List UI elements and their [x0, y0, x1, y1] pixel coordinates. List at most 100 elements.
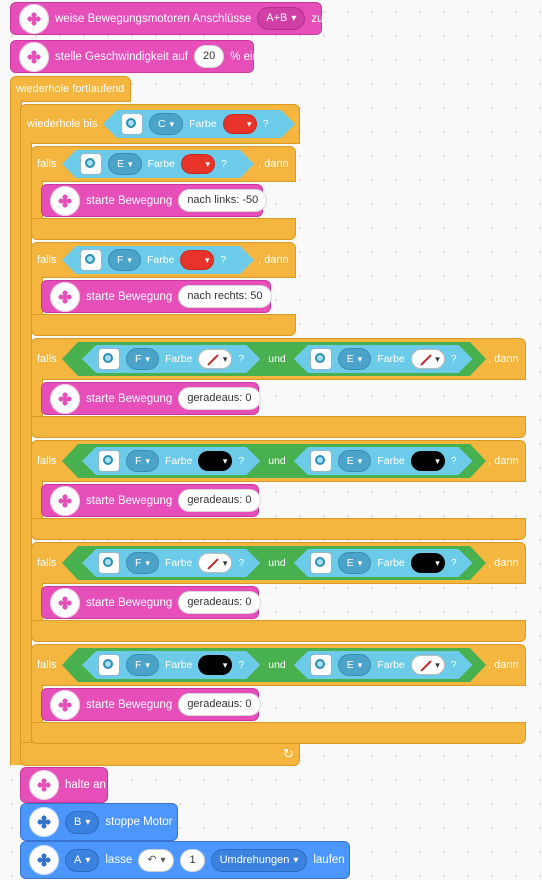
forever-loop-block[interactable]: wiederhole fortlaufend — [10, 76, 131, 102]
motor-ports-dropdown[interactable]: A+B — [257, 7, 306, 30]
color-sensor-condition[interactable]: F Farbe ? — [82, 447, 260, 475]
motor-port-dropdown[interactable]: B — [65, 810, 100, 834]
color-sensor-condition[interactable]: C Farbe ? — [103, 110, 295, 138]
sensor-port-dropdown[interactable]: E — [338, 654, 372, 676]
movement-icon — [19, 3, 49, 34]
color-picker-none[interactable] — [411, 655, 445, 675]
set-movement-motors-block[interactable]: weise Bewegungsmotoren Anschlüsse A+B zu — [10, 2, 324, 35]
color-sensor-condition[interactable]: F Farbe ? — [82, 549, 260, 577]
direction-input[interactable]: geradeaus: 0 — [178, 387, 261, 410]
sensor-port-dropdown[interactable]: F — [126, 654, 159, 676]
movement-icon — [50, 383, 80, 414]
sensor-word: Farbe — [146, 254, 175, 266]
if-bottom — [31, 518, 526, 540]
color-sensor-condition[interactable]: E Farbe ? — [294, 345, 473, 373]
sensor-word: Farbe — [189, 118, 217, 130]
and-label: und — [268, 353, 286, 365]
if-label: falls — [37, 455, 57, 467]
color-picker-black[interactable] — [411, 553, 445, 573]
color-sensor-icon — [310, 450, 332, 472]
unit-dropdown[interactable]: Umdrehungen — [210, 848, 308, 872]
if-label: falls — [37, 158, 57, 170]
and-operator[interactable]: F Farbe ? und E Farbe ? — [62, 342, 486, 376]
direction-input[interactable]: nach links: -50 — [178, 189, 268, 212]
color-sensor-icon — [310, 654, 332, 676]
if-label: falls — [37, 254, 57, 266]
sensor-port-dropdown[interactable]: E — [338, 450, 372, 472]
loop-arrow-icon: ↻ — [283, 746, 294, 761]
sensor-port-dropdown[interactable]: E — [338, 552, 372, 574]
start-move-text: starte Bewegung — [86, 290, 173, 303]
if-bottom — [31, 722, 526, 744]
color-picker-none[interactable] — [198, 349, 232, 369]
movement-icon — [50, 689, 80, 720]
start-move-block[interactable]: starte Bewegung geradeaus: 0 — [41, 382, 261, 415]
color-sensor-condition[interactable]: E Farbe ? — [294, 651, 473, 679]
rotation-count-input[interactable]: 1 — [180, 848, 205, 872]
if-bottom — [31, 416, 526, 438]
start-move-block[interactable]: starte Bewegung geradeaus: 0 — [41, 688, 261, 721]
sensor-port-dropdown[interactable]: F — [126, 552, 159, 574]
color-picker-none[interactable] — [198, 553, 232, 573]
sensor-word: Farbe — [164, 455, 193, 467]
color-picker-black[interactable] — [198, 655, 232, 675]
motor-port-dropdown[interactable]: A — [65, 848, 100, 872]
color-sensor-icon — [80, 249, 102, 271]
start-move-block[interactable]: starte Bewegung nach links: -50 — [41, 184, 268, 217]
if-label: falls — [37, 557, 57, 569]
movement-icon — [50, 485, 80, 516]
block-suffix: zu — [311, 12, 324, 25]
start-move-block[interactable]: starte Bewegung geradeaus: 0 — [41, 484, 261, 517]
sensor-word: Farbe — [377, 659, 405, 671]
color-sensor-icon — [310, 348, 332, 370]
color-sensor-condition[interactable]: E Farbe ? — [294, 447, 473, 475]
color-sensor-condition[interactable]: F Farbe ? — [82, 345, 260, 373]
start-move-text: starte Bewegung — [86, 392, 173, 405]
sensor-port-dropdown[interactable]: F — [126, 348, 159, 370]
color-sensor-condition[interactable]: F Farbe ? — [62, 246, 254, 274]
direction-input[interactable]: geradeaus: 0 — [178, 591, 261, 614]
sensor-port-dropdown[interactable]: F — [108, 249, 141, 271]
then-label: , dann — [258, 254, 289, 266]
color-picker-none[interactable] — [411, 349, 445, 369]
color-picker-red[interactable] — [223, 114, 257, 134]
and-operator[interactable]: F Farbe ? und E Farbe ? — [62, 648, 486, 682]
motor-icon — [29, 845, 59, 875]
color-sensor-condition[interactable]: E Farbe ? — [62, 150, 254, 178]
sensor-port-dropdown[interactable]: E — [338, 348, 372, 370]
sensor-port-dropdown[interactable]: C — [149, 113, 183, 135]
and-operator[interactable]: F Farbe ? und E Farbe ? — [62, 546, 486, 580]
movement-icon — [50, 185, 80, 216]
color-sensor-condition[interactable]: F Farbe ? — [82, 651, 260, 679]
direction-input[interactable]: nach rechts: 50 — [178, 285, 272, 308]
movement-icon — [19, 41, 49, 72]
start-move-block[interactable]: starte Bewegung nach rechts: 50 — [41, 280, 272, 313]
speed-input[interactable]: 20 — [193, 45, 225, 68]
stop-motor-block[interactable]: B stoppe Motor — [20, 803, 178, 841]
sensor-word: Farbe — [164, 353, 193, 365]
color-picker-black[interactable] — [411, 451, 445, 471]
sensor-port-dropdown[interactable]: F — [126, 450, 159, 472]
rotate-ccw-icon: ↶ — [147, 853, 157, 866]
color-sensor-icon — [310, 552, 332, 574]
color-sensor-icon — [98, 552, 120, 574]
color-sensor-condition[interactable]: E Farbe ? — [294, 549, 473, 577]
then-label: , dann — [488, 353, 519, 365]
color-sensor-icon — [98, 654, 120, 676]
start-move-text: starte Bewegung — [86, 494, 173, 507]
direction-dropdown[interactable]: ↶ — [138, 848, 175, 872]
set-speed-block[interactable]: stelle Geschwindigkeit auf 20 % ein — [10, 40, 259, 73]
and-operator[interactable]: F Farbe ? und E Farbe ? — [62, 444, 486, 478]
color-picker-black[interactable] — [198, 451, 232, 471]
question-mark: ? — [450, 557, 457, 569]
run-motor-block[interactable]: A lasse ↶ 1 Umdrehungen laufen — [20, 841, 350, 879]
direction-input[interactable]: geradeaus: 0 — [178, 489, 261, 512]
sensor-port-dropdown[interactable]: E — [108, 153, 142, 175]
block-text: stelle Geschwindigkeit auf — [55, 50, 188, 63]
stop-all-block[interactable]: halte an — [20, 767, 108, 803]
color-picker-red[interactable] — [181, 154, 215, 174]
direction-input[interactable]: geradeaus: 0 — [178, 693, 261, 716]
start-move-block[interactable]: starte Bewegung geradeaus: 0 — [41, 586, 261, 619]
color-picker-red[interactable] — [180, 250, 214, 270]
if-bottom — [31, 314, 296, 336]
